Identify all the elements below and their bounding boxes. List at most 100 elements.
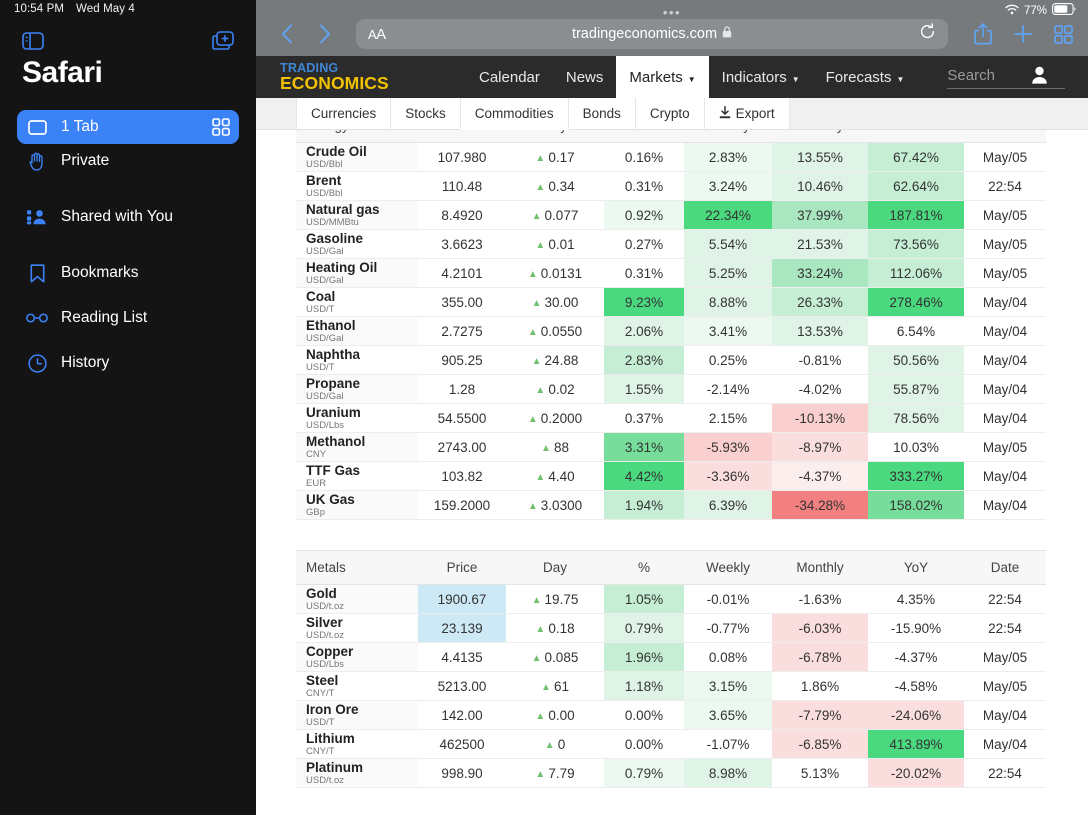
forward-button[interactable] xyxy=(306,17,344,51)
sidebar-item-private[interactable]: Private xyxy=(17,144,239,178)
column-header-date[interactable]: Date xyxy=(964,130,1046,143)
subnav-item-stocks[interactable]: Stocks xyxy=(390,98,461,129)
commodity-name-cell[interactable]: LithiumCNY/T xyxy=(296,730,418,759)
sidebar-item-shared-with-you[interactable]: Shared with You xyxy=(17,200,239,234)
table-row[interactable]: MethanolCNY2743.00▲883.31%-5.93%-8.97%10… xyxy=(296,433,1046,462)
commodity-name-cell[interactable]: Crude OilUSD/Bbl xyxy=(296,143,418,172)
commodity-name-cell[interactable]: SilverUSD/t.oz xyxy=(296,614,418,643)
commodity-name-cell[interactable]: Natural gasUSD/MMBtu xyxy=(296,201,418,230)
column-header-price[interactable]: Price xyxy=(418,130,506,143)
price-cell: 103.82 xyxy=(418,462,506,491)
column-header-metals[interactable]: Metals xyxy=(296,551,418,585)
table-row[interactable]: PropaneUSD/Gal1.28▲0.021.55%-2.14%-4.02%… xyxy=(296,375,1046,404)
column-header--[interactable]: % xyxy=(604,551,684,585)
plus-icon[interactable] xyxy=(1010,19,1036,49)
main-nav: Calendar News Markets▼ Indicators▼ Forec… xyxy=(466,56,917,98)
weekly-cell: 22.34% xyxy=(684,201,772,230)
column-header-price[interactable]: Price xyxy=(418,551,506,585)
day-change-cell: ▲0.077 xyxy=(506,201,604,230)
sidebar-item-bookmarks[interactable]: Bookmarks xyxy=(17,256,239,290)
table-row[interactable]: Heating OilUSD/Gal4.2101▲0.01310.31%5.25… xyxy=(296,259,1046,288)
column-header-weekly[interactable]: Weekly xyxy=(684,130,772,143)
up-arrow-icon: ▲ xyxy=(541,443,551,454)
table-row[interactable]: LithiumCNY/T462500▲00.00%-1.07%-6.85%413… xyxy=(296,730,1046,759)
sidebar-toggle-icon[interactable] xyxy=(22,32,44,50)
commodity-name-cell[interactable]: TTF GasEUR xyxy=(296,462,418,491)
commodity-name-cell[interactable]: NaphthaUSD/T xyxy=(296,346,418,375)
text-size-button[interactable]: AA xyxy=(368,26,386,43)
address-bar[interactable]: AA tradingeconomics.com xyxy=(356,19,948,49)
new-tab-icon[interactable] xyxy=(212,31,234,51)
table-row[interactable]: TTF GasEUR103.82▲4.404.42%-3.36%-4.37%33… xyxy=(296,462,1046,491)
commodity-name-cell[interactable]: GoldUSD/t.oz xyxy=(296,585,418,614)
day-change-cell: ▲0.0550 xyxy=(506,317,604,346)
commodity-name-cell[interactable]: BrentUSD/Bbl xyxy=(296,172,418,201)
table-row[interactable]: EthanolUSD/Gal2.7275▲0.05502.06%3.41%13.… xyxy=(296,317,1046,346)
share-icon[interactable] xyxy=(970,19,996,49)
column-header-date[interactable]: Date xyxy=(964,551,1046,585)
table-row[interactable]: BrentUSD/Bbl110.48▲0.340.31%3.24%10.46%6… xyxy=(296,172,1046,201)
commodity-name-cell[interactable]: UraniumUSD/Lbs xyxy=(296,404,418,433)
commodity-name-cell[interactable]: MethanolCNY xyxy=(296,433,418,462)
table-row[interactable]: Natural gasUSD/MMBtu8.4920▲0.0770.92%22.… xyxy=(296,201,1046,230)
commodity-name-cell[interactable]: PlatinumUSD/t.oz xyxy=(296,759,418,788)
private-hand-icon xyxy=(26,152,48,171)
table-row[interactable]: Iron OreUSD/T142.00▲0.000.00%3.65%-7.79%… xyxy=(296,701,1046,730)
table-row[interactable]: Crude OilUSD/Bbl107.980▲0.170.16%2.83%13… xyxy=(296,143,1046,172)
page-content[interactable]: EnergyPriceDay%WeeklyMonthlyYoYDate Crud… xyxy=(256,130,1088,815)
column-header-energy[interactable]: Energy xyxy=(296,130,418,143)
commodity-name-cell[interactable]: SteelCNY/T xyxy=(296,672,418,701)
yoy-cell: 112.06% xyxy=(868,259,964,288)
nav-item-markets[interactable]: Markets▼ xyxy=(616,56,708,98)
nav-item-news[interactable]: News xyxy=(553,56,617,98)
tab-overview-icon[interactable] xyxy=(1050,19,1076,49)
column-header-monthly[interactable]: Monthly xyxy=(772,130,868,143)
commodity-name-cell[interactable]: CoalUSD/T xyxy=(296,288,418,317)
table-row[interactable]: CopperUSD/Lbs4.4135▲0.0851.96%0.08%-6.78… xyxy=(296,643,1046,672)
commodity-name-cell[interactable]: Heating OilUSD/Gal xyxy=(296,259,418,288)
commodity-name-cell[interactable]: EthanolUSD/Gal xyxy=(296,317,418,346)
grid-icon[interactable] xyxy=(212,118,230,136)
sidebar-item-reading-list[interactable]: Reading List xyxy=(17,301,239,335)
nav-item-forecasts[interactable]: Forecasts▼ xyxy=(813,56,918,98)
table-row[interactable]: GoldUSD/t.oz1900.67▲19.751.05%-0.01%-1.6… xyxy=(296,585,1046,614)
commodity-name-cell[interactable]: GasolineUSD/Gal xyxy=(296,230,418,259)
nav-item-calendar[interactable]: Calendar xyxy=(466,56,553,98)
reload-button[interactable] xyxy=(919,23,936,45)
sidebar-item-history[interactable]: History xyxy=(17,346,239,380)
back-button[interactable] xyxy=(268,17,306,51)
commodity-name-cell[interactable]: PropaneUSD/Gal xyxy=(296,375,418,404)
column-header-weekly[interactable]: Weekly xyxy=(684,551,772,585)
day-change-value: 4.40 xyxy=(548,469,574,484)
nav-item-indicators[interactable]: Indicators▼ xyxy=(709,56,813,98)
monthly-cell: 13.53% xyxy=(772,317,868,346)
table-row[interactable]: UraniumUSD/Lbs54.5500▲0.20000.37%2.15%-1… xyxy=(296,404,1046,433)
account-button[interactable] xyxy=(1031,56,1048,98)
table-row[interactable]: UK GasGBp159.2000▲3.03001.94%6.39%-34.28… xyxy=(296,491,1046,520)
column-header-monthly[interactable]: Monthly xyxy=(772,551,868,585)
column-header-yoy[interactable]: YoY xyxy=(868,130,964,143)
table-row[interactable]: GasolineUSD/Gal3.6623▲0.010.27%5.54%21.5… xyxy=(296,230,1046,259)
subnav-item-bonds[interactable]: Bonds xyxy=(568,98,636,129)
table-row[interactable]: SilverUSD/t.oz23.139▲0.180.79%-0.77%-6.0… xyxy=(296,614,1046,643)
commodity-name: Lithium xyxy=(306,731,408,746)
subnav-item-crypto[interactable]: Crypto xyxy=(635,98,705,129)
price-cell: 2743.00 xyxy=(418,433,506,462)
commodity-name-cell[interactable]: UK GasGBp xyxy=(296,491,418,520)
column-header--[interactable]: % xyxy=(604,130,684,143)
column-header-day[interactable]: Day xyxy=(506,130,604,143)
subnav-item-export[interactable]: Export xyxy=(704,98,790,129)
subnav-item-currencies[interactable]: Currencies xyxy=(296,98,391,129)
table-row[interactable]: SteelCNY/T5213.00▲611.18%3.15%1.86%-4.58… xyxy=(296,672,1046,701)
commodity-name-cell[interactable]: Iron OreUSD/T xyxy=(296,701,418,730)
toolbar-right-group xyxy=(960,19,1076,49)
column-header-day[interactable]: Day xyxy=(506,551,604,585)
column-header-yoy[interactable]: YoY xyxy=(868,551,964,585)
subnav-item-commodities[interactable]: Commodities xyxy=(460,98,569,129)
table-row[interactable]: NaphthaUSD/T905.25▲24.882.83%0.25%-0.81%… xyxy=(296,346,1046,375)
site-logo[interactable]: TRADING ECONOMICS xyxy=(256,56,416,98)
table-row[interactable]: CoalUSD/T355.00▲30.009.23%8.88%26.33%278… xyxy=(296,288,1046,317)
commodity-name-cell[interactable]: CopperUSD/Lbs xyxy=(296,643,418,672)
sidebar-item-tabs[interactable]: 1 Tab xyxy=(17,110,239,144)
table-row[interactable]: PlatinumUSD/t.oz998.90▲7.790.79%8.98%5.1… xyxy=(296,759,1046,788)
